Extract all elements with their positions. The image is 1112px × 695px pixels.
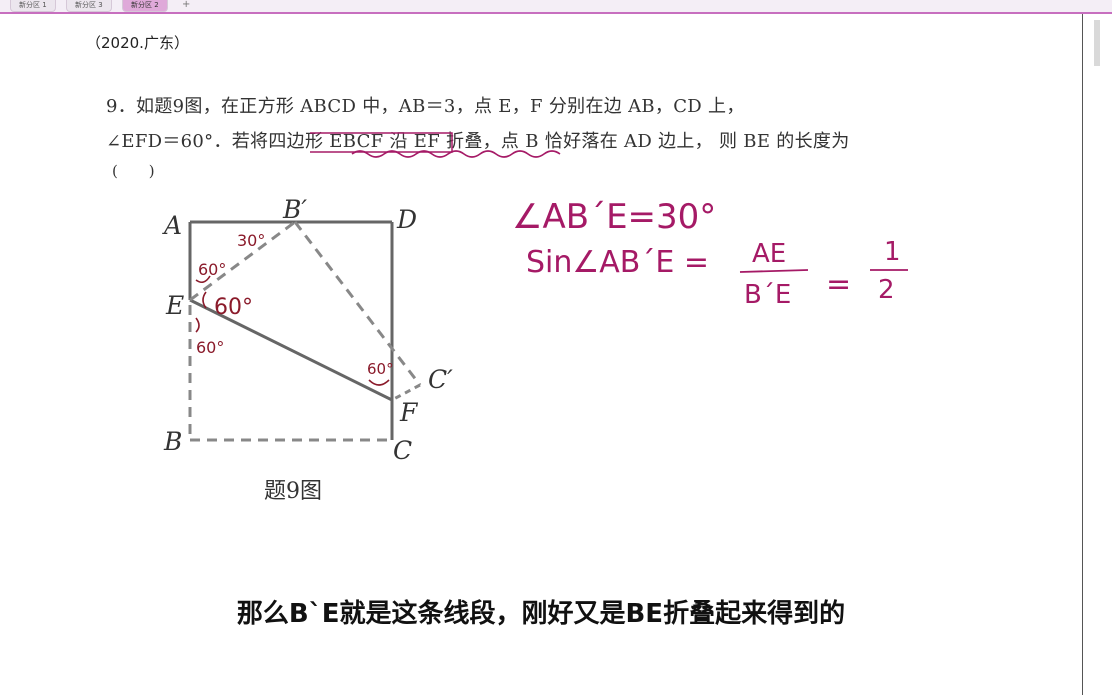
- handwriting-frac-numerator: AE: [752, 239, 786, 269]
- vertex-C-prime: C′: [428, 365, 453, 394]
- angle-label-30: 30°: [237, 231, 265, 250]
- handwriting-sin-expression: Sin∠AB´E =: [526, 245, 709, 280]
- angle-label-60-c: 60°: [196, 338, 224, 357]
- handwriting-half-numerator: 1: [884, 237, 901, 267]
- box-underline: [310, 132, 453, 153]
- handwriting-line-1: ∠AB´E=30°: [512, 197, 716, 237]
- handwriting-frac-denominator: B´E: [744, 280, 791, 310]
- video-subtitle: 那么B`E就是这条线段，刚好又是BE折叠起来得到的: [236, 599, 846, 629]
- angle-marks: [195, 275, 390, 386]
- handwriting-fraction-bar: [739, 269, 809, 273]
- figure-caption: 题9图: [264, 479, 322, 504]
- handwriting-half-denominator: 2: [878, 275, 895, 305]
- vertex-C: C: [393, 436, 412, 465]
- angle-label-60-d: 60°: [367, 360, 394, 378]
- handwriting-equals: =: [826, 267, 851, 302]
- vertex-E: E: [165, 291, 184, 320]
- vertex-F: F: [399, 398, 419, 427]
- vertex-B-prime: B′: [282, 195, 307, 224]
- angle-label-60-a: 60°: [198, 260, 226, 279]
- vertex-D: D: [396, 205, 417, 234]
- geometry-figure: [188, 220, 422, 442]
- scroll-gutter: [1082, 14, 1112, 695]
- annotation-canvas: A B′ D E C′ F B C 30° 60° 60° 60° 60° ∠A…: [162, 132, 908, 465]
- vertex-B: B: [163, 427, 182, 456]
- angle-label-60-b: 60°: [214, 295, 253, 320]
- scrollbar-thumb[interactable]: [1094, 20, 1100, 66]
- vertex-A: A: [162, 211, 182, 240]
